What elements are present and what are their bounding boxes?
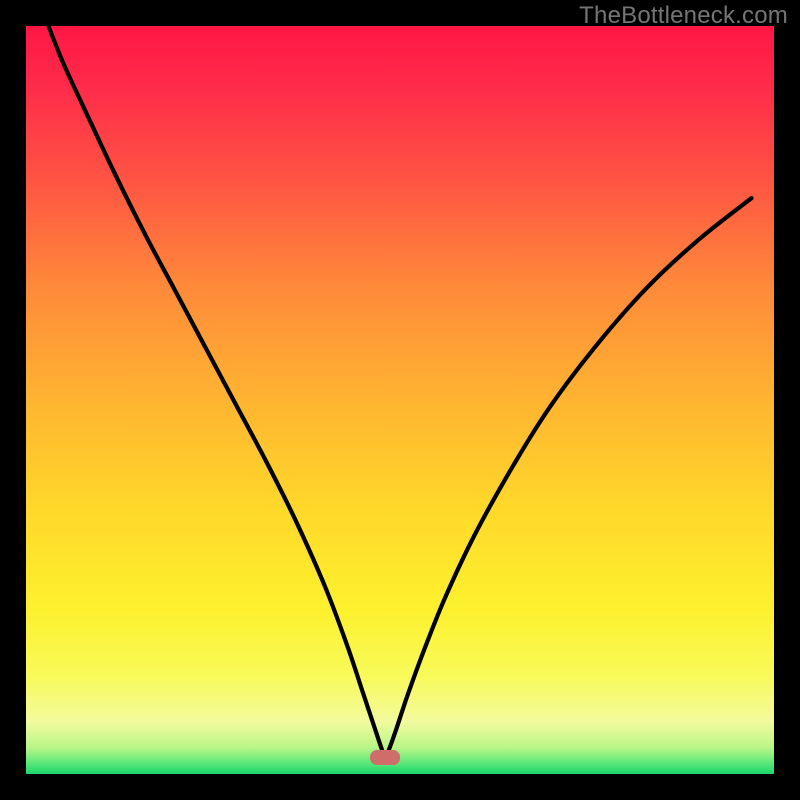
minimum-marker xyxy=(370,750,400,765)
chart-canvas xyxy=(0,0,800,800)
watermark-text: TheBottleneck.com xyxy=(579,2,788,30)
bottleneck-chart: TheBottleneck.com xyxy=(0,0,800,800)
plot-background xyxy=(26,26,774,774)
